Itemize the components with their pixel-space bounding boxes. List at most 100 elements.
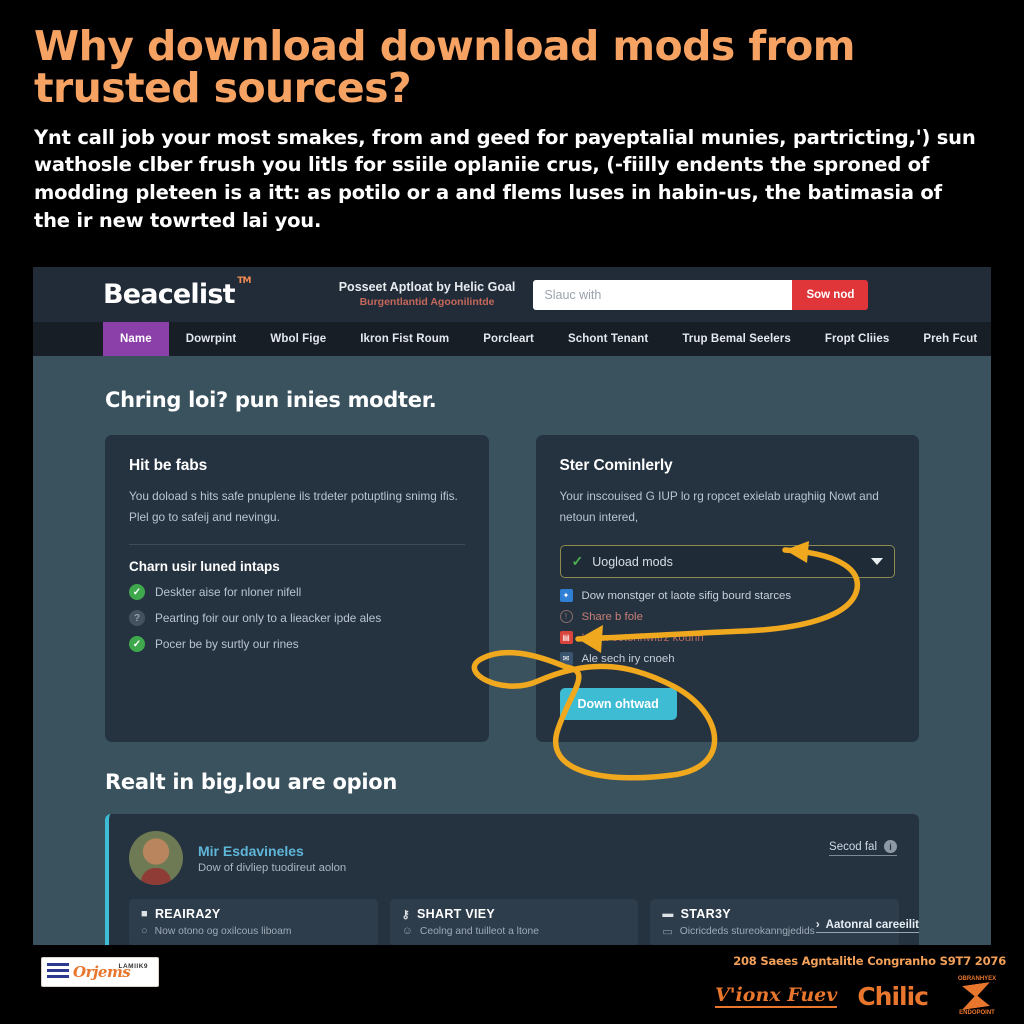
stat-heading: REAIRA2Y [154,907,221,922]
search-submit-button[interactable]: Sow nod [792,279,869,310]
stat-tile[interactable]: ⚷ SHART VIEY ☺ Ceolng and tuilleot a lto… [389,899,639,945]
left-card-para-1: You doload s hits safe pnuplene ils trde… [129,489,458,503]
review-identity: Mir Esdavineles Dow of divliep tuodireut… [198,843,346,874]
review-card: Mir Esdavineles Dow of divliep tuodireut… [105,814,919,945]
site-logo-text: Beacelist [103,279,236,310]
alert-icon: ▤ [559,631,573,645]
benefit-list: ✓ Deskter aise for nloner nifell ? Peart… [129,584,465,653]
review-header: Mir Esdavineles Dow of divliep tuodireut… [129,831,899,886]
nav-item-schont-tenant[interactable]: Schont Tenant [551,322,665,356]
folder-icon: ▬ [662,908,674,921]
card-divider [129,544,465,546]
site-header: Beacelist TM Posseet Aptloat by Helic Go… [33,267,991,322]
search-input[interactable] [533,279,793,310]
stat-heading-row: ⚷ SHART VIEY [402,907,627,921]
user-icon: ☺ [401,925,413,938]
option-text: Dow monstger ot laote sifig bourd starce… [581,589,792,602]
list-item: ✓ Pocer be by surtly our rines [129,636,465,653]
promo-line-2: Burgentlantid Agoonilintde [359,295,495,308]
publisher-logo: Orjems LAMIIK9 [41,957,159,987]
diamond-icon [962,982,990,1010]
stat-sub: Oicricdeds stureokanngjedids [679,926,815,938]
list-item[interactable]: ✦ Dow monstger ot laote sifig bourd star… [559,589,896,603]
page-title: Why download download mods from trusted … [34,22,855,112]
key-icon: ⚷ [401,908,411,921]
mods-select-value: Uogload mods [592,554,673,569]
nav-item-name[interactable]: Name [103,322,169,356]
review-stats: ■ REAIRA2Y ○ Now otono og oxilcous liboa… [129,899,900,945]
cards-row: Hit be fabs You doload s hits safe pnupl… [105,435,919,743]
shield-icon: ✦ [559,589,573,603]
download-card-right: Ster Cominlerly Your inscouised G IUP lo… [535,435,919,743]
logo-bars-icon [47,963,69,981]
list-item[interactable]: ▤ Hoon cetonhwitrz kounh [559,631,896,645]
list-item[interactable]: ! Share b fole [559,610,896,624]
reviewer-name[interactable]: Mir Esdavineles [198,843,346,859]
sponsor-logo-3-top: OBRANHYEX [957,976,997,982]
header-promo: Posseet Aptloat by Helic Goal Burgentlan… [339,280,516,309]
option-text: Hoon cetonhwitrz kounh [581,631,704,644]
list-item: ? Pearting foir our only to a lieacker i… [129,610,465,627]
report-label: Secod fal [829,840,877,853]
stat-sub-row: ○ Now otono og oxilcous liboam [141,925,366,937]
sponsor-logo-3-bottom: ENDOPOINT [959,1010,995,1016]
list-item: ✓ Deskter aise for nloner nifell [129,584,465,601]
benefit-text: Pocer be by surtly our rines [155,637,299,652]
mods-select[interactable]: ✓ Uogload mods [559,545,895,579]
comment-icon: ▭ [662,926,673,939]
footer-credit: 208 Saees Agntalitle Congranho S9T7 2076 [733,954,1006,968]
info-icon: i [884,840,897,854]
nav-item-ikron-fist-roum[interactable]: Ikron Fist Roum [343,322,466,356]
page-root: Why download download mods from trusted … [0,0,1024,1024]
right-card-heading: Ster Cominlerly [559,457,673,474]
info-card-left: Hit be fabs You doload s hits safe pnupl… [105,435,489,743]
left-card-para-2: Plel go to safeij and nevingu. [129,509,280,524]
sponsor-logo-1: V'ionx Fuev [715,984,838,1008]
nav-item-porcleart[interactable]: Porcleart [466,322,551,356]
stat-tile[interactable]: ■ REAIRA2Y ○ Now otono og oxilcous liboa… [129,899,378,945]
sponsor-logo-3: OBRANHYEX ENDOPOINT [948,976,1006,1016]
nav-item-preh-fcut[interactable]: Preh Fcut [906,322,991,356]
nav-item-fropt-cliies[interactable]: Fropt Cliies [808,322,906,356]
nav-item-trup-bemal-seelers[interactable]: Trup Bemal Seelers [665,322,808,356]
stat-heading: SHART VIEY [417,907,496,922]
article-lede: Ynt call job your most smakes, from and … [34,125,976,232]
list-item[interactable]: ✉ Ale sech iry cnoeh [559,652,896,666]
embedded-browser-screenshot: Beacelist TM Posseet Aptloat by Helic Go… [33,267,991,945]
report-link[interactable]: Secod fal i [829,840,897,857]
nav-item-wbol-fige[interactable]: Wbol Fige [253,322,343,356]
clock-icon: ○ [141,925,148,938]
chevron-down-icon [871,558,883,566]
mail-icon: ✉ [559,652,573,666]
primary-nav: Name Dowrpint Wbol Fige Ikron Fist Roum … [33,322,991,356]
search-bar: Sow nod [533,279,869,310]
warning-icon: ! [559,610,573,624]
left-card-heading: Hit be fabs [129,457,208,474]
stat-heading-row: ■ REAIRA2Y [141,907,366,921]
benefit-text: Deskter aise for nloner nifell [155,585,302,600]
chevron-right-icon: › [815,919,820,931]
stat-sub-row: ☺ Ceolng and tuilleot a ltone [402,925,627,937]
check-circle-icon: ✓ [129,636,145,653]
stat-sub: Now otono og oxilcous liboam [154,925,292,937]
nav-item-dowrpint[interactable]: Dowrpint [169,322,254,356]
article-header: Why download download mods from trusted … [0,0,1024,234]
more-link-label: Aatonral careeilit [825,919,919,931]
promo-line-1: Posseet Aptloat by Helic Goal [338,280,516,295]
option-text: Ale sech iry cnoeh [581,652,675,665]
right-card-para: Your inscouised G IUP lo rg ropcet exiel… [559,489,879,524]
reviewer-subtitle: Dow of divliep tuodireut aolon [198,861,347,874]
download-button[interactable]: Down ohtwad [559,688,677,721]
avatar [129,831,183,886]
more-link[interactable]: › Aatonral careeilit [815,919,919,933]
option-list: ✦ Dow monstger ot laote sifig bourd star… [559,589,896,666]
footer-bar: Orjems LAMIIK9 208 Saees Agntalitle Cong… [0,946,1024,1024]
reviews-title: Realt in big,lou are opion [105,770,398,795]
check-circle-icon: ✓ [129,584,145,601]
stat-sub: Ceolng and tuilleot a ltone [419,925,539,937]
section-title: Chring loi? pun inies modter. [105,388,437,412]
trademark-mark: TM [237,276,251,286]
site-logo[interactable]: Beacelist TM [103,276,251,310]
publisher-logo-tagline: LAMIIK9 [118,963,148,970]
sponsor-logo-2: Chilic [857,981,929,1011]
